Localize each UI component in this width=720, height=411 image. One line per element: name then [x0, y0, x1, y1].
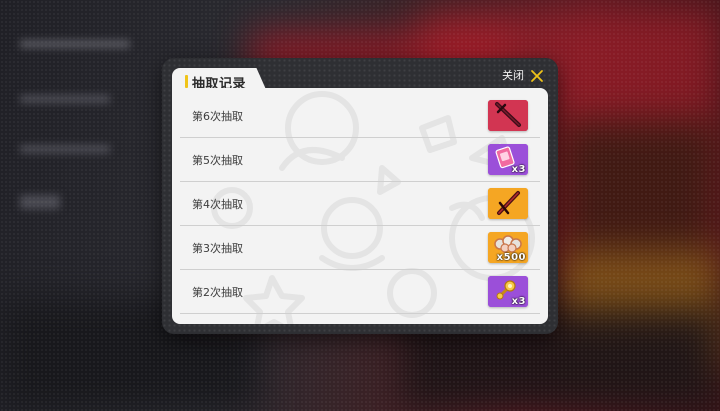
reward-item[interactable]: x3 [488, 144, 528, 175]
list-item: 第5次抽取 x3 [180, 138, 540, 182]
draw-label: 第4次抽取 [192, 198, 243, 211]
close-label: 关闭 [502, 69, 524, 82]
title-accent-bar [185, 75, 188, 88]
list-item: 第6次抽取 [180, 94, 540, 138]
reward-item[interactable] [488, 188, 528, 219]
close-icon[interactable] [530, 68, 544, 82]
item-quantity: x500 [496, 252, 526, 263]
list-item: 第3次抽取 x500 [180, 226, 540, 270]
reward-item[interactable]: x3 [488, 276, 528, 307]
draw-record-list: 第6次抽取 第5次抽取 x3 第4次抽取 第3次抽取 x500 第2次抽取 x3 [180, 94, 540, 318]
crimson-blade-icon [488, 100, 528, 131]
item-quantity: x3 [511, 164, 526, 175]
list-item: 第4次抽取 [180, 182, 540, 226]
dark-blade-icon [488, 188, 528, 219]
item-quantity: x3 [511, 296, 526, 307]
draw-label: 第6次抽取 [192, 110, 243, 123]
draw-label: 第5次抽取 [192, 154, 243, 167]
draw-label: 第2次抽取 [192, 286, 243, 299]
list-item: 第2次抽取 x3 [180, 270, 540, 314]
record-panel: 第6次抽取 第5次抽取 x3 第4次抽取 第3次抽取 x500 第2次抽取 x3 [172, 88, 548, 324]
reward-item[interactable]: x500 [488, 232, 528, 263]
reward-item[interactable] [488, 100, 528, 131]
close-button[interactable]: 关闭 [502, 66, 544, 84]
draw-label: 第3次抽取 [192, 242, 243, 255]
draw-record-dialog: 抽取记录 关闭 第6次抽取 第5次抽取 x3 第4次抽取 第3次抽取 x500 … [162, 58, 558, 334]
